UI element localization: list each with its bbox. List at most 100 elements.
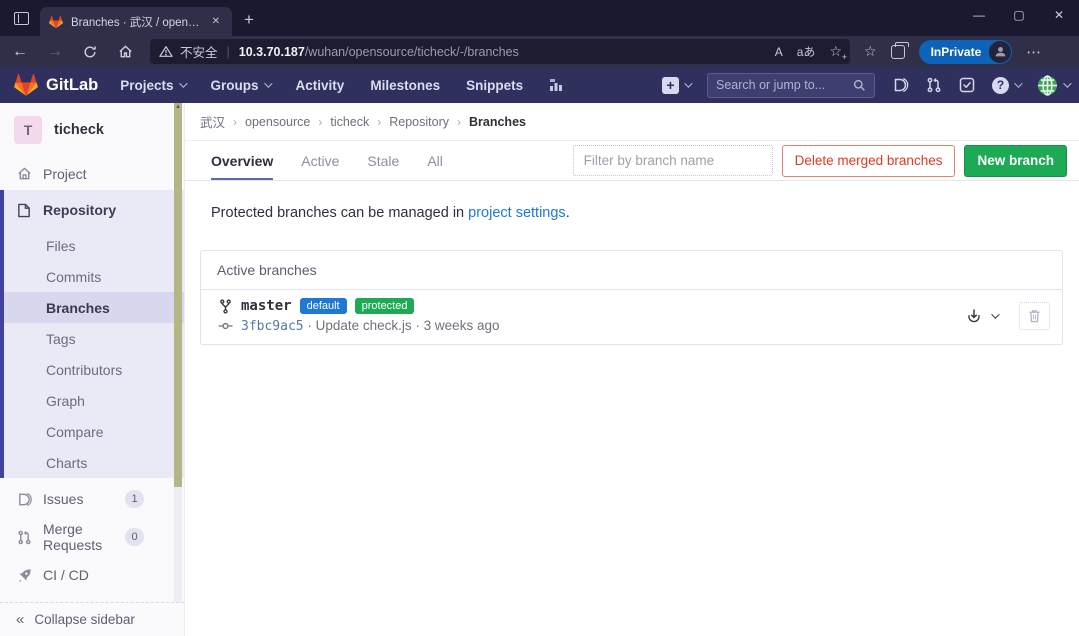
help-menu[interactable]: ? [992, 77, 1020, 94]
sidebar-item-branches[interactable]: Branches [4, 292, 184, 323]
sidebar-item-graph[interactable]: Graph [4, 385, 184, 416]
site-security[interactable]: 不安全 [158, 42, 218, 61]
branches-toolbar: Overview Active Stale All Delete merged … [185, 141, 1079, 181]
sidebar-item-issues[interactable]: Issues 1 [0, 480, 184, 518]
nav-groups[interactable]: Groups [211, 78, 270, 93]
tab-active[interactable]: Active [301, 141, 339, 180]
merge-requests-count-badge: 0 [125, 528, 144, 546]
breadcrumb-repository[interactable]: Repository [389, 115, 449, 129]
chevron-down-icon [1014, 79, 1022, 87]
user-avatar [1037, 75, 1058, 96]
sidebar-item-tags[interactable]: Tags [4, 323, 184, 354]
browser-titlebar: Branches · 武汉 / opensource / t ✕ + — ▢ ✕ [0, 0, 1079, 36]
branch-name-link[interactable]: master [241, 298, 292, 314]
todos-icon[interactable] [959, 77, 975, 93]
breadcrumb-group[interactable]: 武汉 [200, 112, 225, 131]
delete-merged-branches-button[interactable]: Delete merged branches [782, 145, 956, 177]
nav-snippets[interactable]: Snippets [466, 78, 523, 93]
breadcrumb-separator: › [377, 115, 381, 129]
branch-filter-tabs: Overview Active Stale All [211, 141, 443, 180]
browser-tab[interactable]: Branches · 武汉 / opensource / t ✕ [40, 7, 232, 36]
address-divider: | [227, 45, 230, 59]
favorites-icon[interactable]: ☆ [864, 43, 877, 60]
sidebar-item-contributors[interactable]: Contributors [4, 354, 184, 385]
tab-close-icon[interactable]: ✕ [208, 14, 224, 29]
gitlab-brand[interactable]: GitLab [14, 73, 98, 97]
sidebar-item-charts[interactable]: Charts [4, 447, 184, 478]
security-label: 不安全 [180, 42, 218, 61]
home-button[interactable] [110, 39, 140, 65]
download-dropdown[interactable] [966, 308, 997, 324]
protected-badge: protected [355, 298, 415, 314]
tab-overview[interactable]: Overview [211, 141, 273, 180]
tab-all[interactable]: All [427, 141, 443, 180]
sidebar-item-project[interactable]: Project [0, 157, 184, 190]
toolbar-right: ☆ InPrivate ⋯ [864, 40, 1052, 64]
instance-statistics-icon[interactable] [549, 78, 565, 92]
sidebar-item-files[interactable]: Files [4, 230, 184, 261]
tab-stale[interactable]: Stale [367, 141, 399, 180]
breadcrumb-current: Branches [469, 115, 526, 129]
default-badge: default [300, 298, 347, 314]
more-options-icon[interactable]: ⋯ [1026, 43, 1042, 61]
new-tab-button[interactable]: + [244, 10, 254, 30]
help-icon: ? [992, 77, 1009, 94]
minimize-icon[interactable]: — [959, 0, 999, 30]
sidebar-item-ci-cd[interactable]: CI / CD [0, 556, 184, 594]
breadcrumb-subgroup[interactable]: opensource [245, 115, 310, 129]
branch-icon [217, 298, 233, 314]
download-icon [966, 308, 982, 324]
merge-request-icon[interactable] [926, 77, 942, 93]
breadcrumb-separator: › [233, 115, 237, 129]
search-input[interactable] [716, 78, 853, 92]
add-favorite-icon[interactable]: ☆ [829, 43, 842, 60]
delete-branch-button[interactable] [1019, 302, 1050, 330]
sidebar-item-merge-requests[interactable]: Merge Requests 0 [0, 518, 184, 556]
sidebar-item-commits[interactable]: Commits [4, 261, 184, 292]
new-branch-button[interactable]: New branch [964, 145, 1067, 177]
sidebar-item-label: Merge Requests [43, 521, 114, 553]
back-button[interactable]: ← [5, 39, 35, 65]
sidebar-scrollbar[interactable]: ▲ [174, 103, 182, 603]
commit-meta: · Update check.js · 3 weeks ago [304, 318, 500, 333]
branch-info: master default protected 3fbc9ac5 · Upda… [217, 298, 499, 334]
nav-projects[interactable]: Projects [120, 78, 184, 93]
collections-icon[interactable] [891, 45, 905, 59]
nav-milestones[interactable]: Milestones [370, 78, 440, 93]
maximize-icon[interactable]: ▢ [999, 0, 1039, 30]
gitlab-logo-icon [14, 73, 38, 97]
address-bar[interactable]: 不安全 | 10.3.70.187/wuhan/opensource/tiche… [150, 39, 850, 64]
sidebar-item-compare[interactable]: Compare [4, 416, 184, 447]
browser-window: Branches · 武汉 / opensource / t ✕ + — ▢ ✕… [0, 0, 1079, 636]
collapse-sidebar-button[interactable]: « Collapse sidebar [0, 602, 184, 636]
gitlab-favicon [48, 14, 64, 30]
branch-filter-input[interactable] [573, 145, 773, 176]
new-menu-button[interactable]: + [662, 77, 690, 94]
scroll-up-icon[interactable]: ▲ [174, 104, 182, 110]
close-icon[interactable]: ✕ [1039, 0, 1079, 30]
rocket-icon [16, 567, 32, 583]
issues-icon[interactable] [892, 77, 909, 93]
translate-icon[interactable]: aあ [797, 43, 816, 60]
tab-actions-icon[interactable] [6, 3, 36, 33]
inprivate-badge[interactable]: InPrivate [919, 40, 1013, 64]
home-icon [16, 166, 32, 182]
repository-file-icon [16, 202, 32, 218]
breadcrumb-project[interactable]: ticheck [330, 115, 369, 129]
profile-avatar-icon[interactable] [989, 41, 1011, 63]
nav-activity[interactable]: Activity [296, 78, 345, 93]
user-menu[interactable] [1037, 75, 1069, 96]
project-sidebar: T ticheck Project Repository Files Commi… [0, 103, 185, 636]
protected-branches-note: Protected branches can be managed in pro… [211, 205, 1079, 221]
forward-button[interactable]: → [40, 39, 70, 65]
sidebar-item-repository[interactable]: Repository [4, 190, 184, 230]
read-aloud-icon[interactable]: A [775, 45, 783, 59]
commit-sha-link[interactable]: 3fbc9ac5 [241, 319, 304, 334]
scrollbar-thumb[interactable] [174, 103, 182, 487]
project-settings-link[interactable]: project settings [468, 205, 566, 221]
project-header[interactable]: T ticheck [0, 103, 184, 157]
project-avatar: T [14, 116, 42, 144]
global-search[interactable] [707, 73, 875, 98]
refresh-button[interactable] [75, 39, 105, 65]
inprivate-label: InPrivate [931, 45, 982, 59]
